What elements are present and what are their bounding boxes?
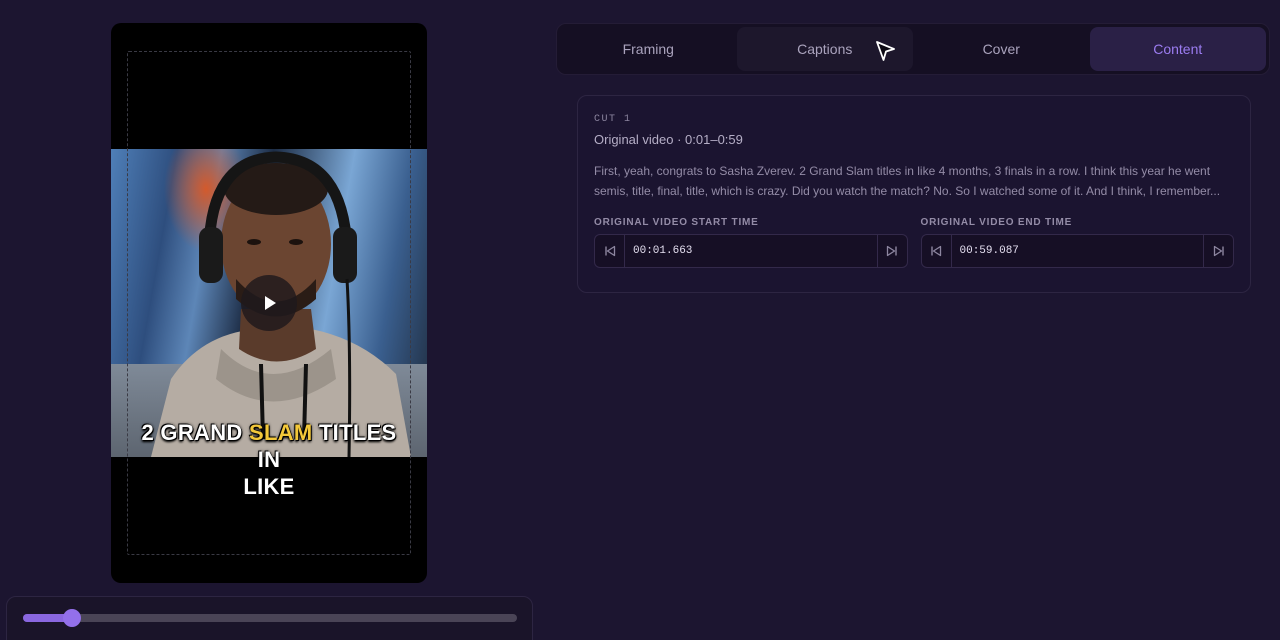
editor-tabs: Framing Captions Cover Content — [556, 23, 1270, 75]
start-time-input[interactable] — [625, 235, 877, 267]
mouse-pointer-icon — [876, 41, 895, 61]
start-time-field — [594, 234, 908, 268]
cut-transcript[interactable]: First, yeah, congrats to Sasha Zverev. 2… — [594, 161, 1234, 201]
start-time-jump-back-button[interactable] — [595, 235, 625, 267]
caption-text: 2 GRAND — [141, 420, 249, 445]
caption-line-2: IN — [257, 447, 281, 472]
tab-framing[interactable]: Framing — [560, 27, 737, 71]
end-time-input[interactable] — [951, 235, 1203, 267]
tab-content[interactable]: Content — [1089, 27, 1266, 71]
end-time-group: ORIGINAL VIDEO END TIME — [920, 217, 1234, 268]
caption-line-3: LIKE — [243, 474, 295, 499]
end-time-jump-forward-button[interactable] — [1203, 235, 1233, 267]
progress-track[interactable] — [23, 609, 517, 627]
caption-highlight-word: SLAM — [249, 420, 313, 445]
video-frame — [111, 149, 427, 457]
cut-source-range: Original video · 0:01–0:59 — [594, 132, 743, 147]
end-time-label: ORIGINAL VIDEO END TIME — [920, 217, 1073, 228]
tab-cover[interactable]: Cover — [913, 27, 1090, 71]
skip-back-icon — [931, 245, 942, 257]
caption-text: TITLES — [312, 420, 397, 445]
play-button[interactable] — [241, 275, 297, 331]
start-time-jump-forward-button[interactable] — [876, 235, 907, 267]
skip-forward-icon — [1213, 245, 1224, 257]
skip-back-icon — [604, 245, 615, 257]
playback-scrubber — [6, 596, 533, 640]
play-icon — [265, 296, 276, 310]
skip-forward-icon — [886, 245, 897, 257]
start-time-group: ORIGINAL VIDEO START TIME — [594, 217, 908, 268]
video-preview[interactable]: 2 GRAND SLAM TITLES IN LIKE — [111, 23, 427, 583]
cut-card: CUT 1 Original video · 0:01–0:59 First, … — [577, 95, 1251, 293]
end-time-field — [920, 234, 1234, 268]
start-time-label: ORIGINAL VIDEO START TIME — [594, 217, 759, 228]
end-time-jump-back-button[interactable] — [922, 235, 952, 267]
cut-label: CUT 1 — [594, 114, 632, 125]
time-range-row: ORIGINAL VIDEO START TIME OR — [594, 217, 1234, 268]
progress-thumb[interactable] — [63, 609, 82, 627]
caption-line-1: 2 GRAND SLAM TITLES — [111, 420, 427, 446]
